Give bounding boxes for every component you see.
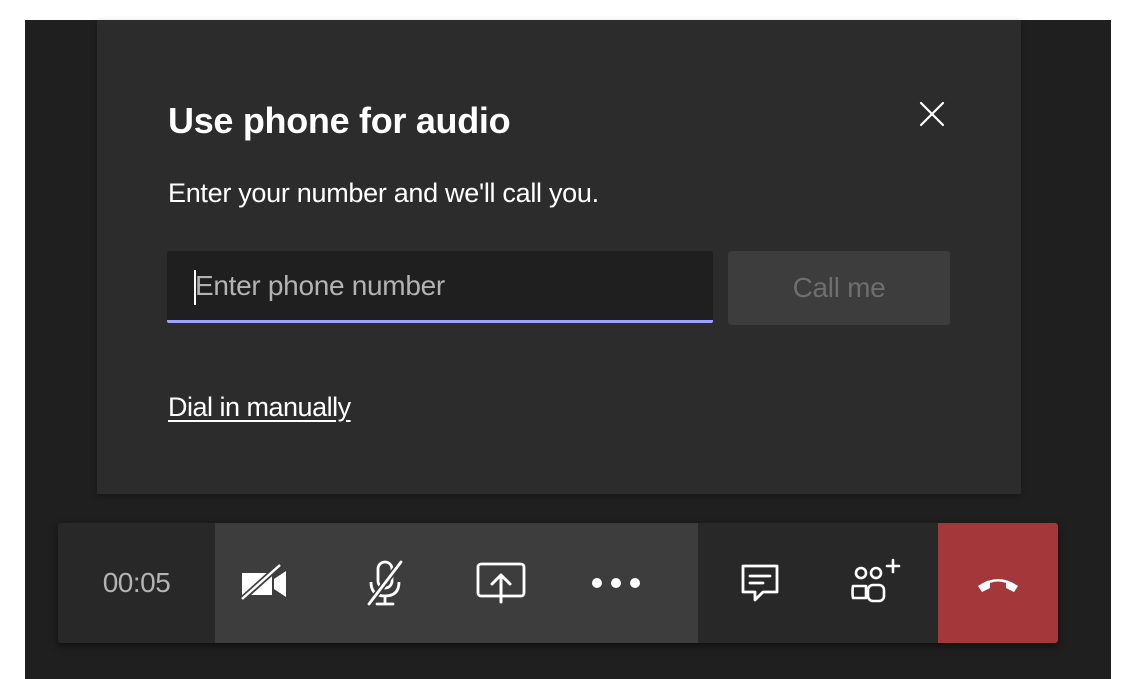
hang-up-button[interactable]: [938, 523, 1058, 643]
call-controls: [215, 523, 698, 643]
share-screen-button[interactable]: [451, 523, 551, 643]
meeting-window: Use phone for audio Enter your number an…: [25, 20, 1111, 679]
mic-toggle-button[interactable]: [335, 523, 435, 643]
close-button[interactable]: [912, 94, 952, 134]
more-actions-button[interactable]: [566, 523, 666, 643]
dial-in-manually-link[interactable]: Dial in manually: [168, 392, 351, 423]
dialog-title: Use phone for audio: [168, 100, 511, 141]
call-me-button[interactable]: Call me: [728, 251, 950, 325]
phone-number-input[interactable]: [167, 251, 713, 323]
mic-off-icon: [366, 560, 404, 606]
call-timer: 00:05: [58, 523, 216, 643]
people-add-icon: [851, 558, 901, 603]
camera-toggle-button[interactable]: [215, 523, 315, 643]
dialog-subtitle: Enter your number and we'll call you.: [168, 178, 599, 208]
share-tray-icon: [476, 562, 526, 604]
text-caret: [194, 270, 196, 305]
call-toolbar: 00:05: [58, 523, 1058, 643]
chat-icon: [741, 564, 779, 602]
close-icon: [919, 101, 945, 127]
camera-off-icon: [238, 563, 286, 603]
chat-button[interactable]: [710, 523, 810, 643]
participants-button[interactable]: [826, 523, 926, 643]
phone-hangup-icon: [978, 579, 1018, 592]
phone-audio-dialog: Use phone for audio Enter your number an…: [97, 20, 1021, 494]
ellipsis-icon: [592, 578, 640, 588]
